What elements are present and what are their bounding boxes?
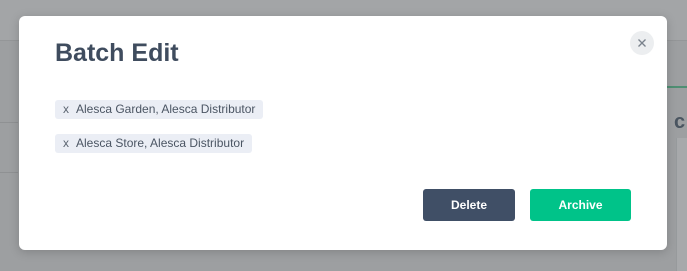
selected-item-tag: x Alesca Store, Alesca Distributor: [55, 134, 253, 153]
tag-remove-button[interactable]: x: [63, 134, 69, 153]
delete-button[interactable]: Delete: [423, 189, 515, 221]
background-active-tab-indicator: [667, 86, 687, 88]
close-icon: [638, 39, 646, 47]
background-panel: [676, 138, 687, 271]
background-divider: [0, 122, 18, 123]
background-divider: [0, 172, 18, 173]
batch-edit-modal: Batch Edit x Alesca Garden, Alesca Distr…: [19, 16, 667, 250]
close-button[interactable]: [630, 31, 654, 55]
tag-label: Alesca Garden, Alesca Distributor: [76, 102, 256, 116]
tag-remove-button[interactable]: x: [63, 100, 69, 119]
archive-button[interactable]: Archive: [530, 189, 631, 221]
modal-title: Batch Edit: [55, 39, 179, 67]
tag-label: Alesca Store, Alesca Distributor: [76, 136, 245, 150]
background-heading-fragment: c: [674, 111, 686, 133]
selected-item-tag: x Alesca Garden, Alesca Distributor: [55, 100, 264, 119]
